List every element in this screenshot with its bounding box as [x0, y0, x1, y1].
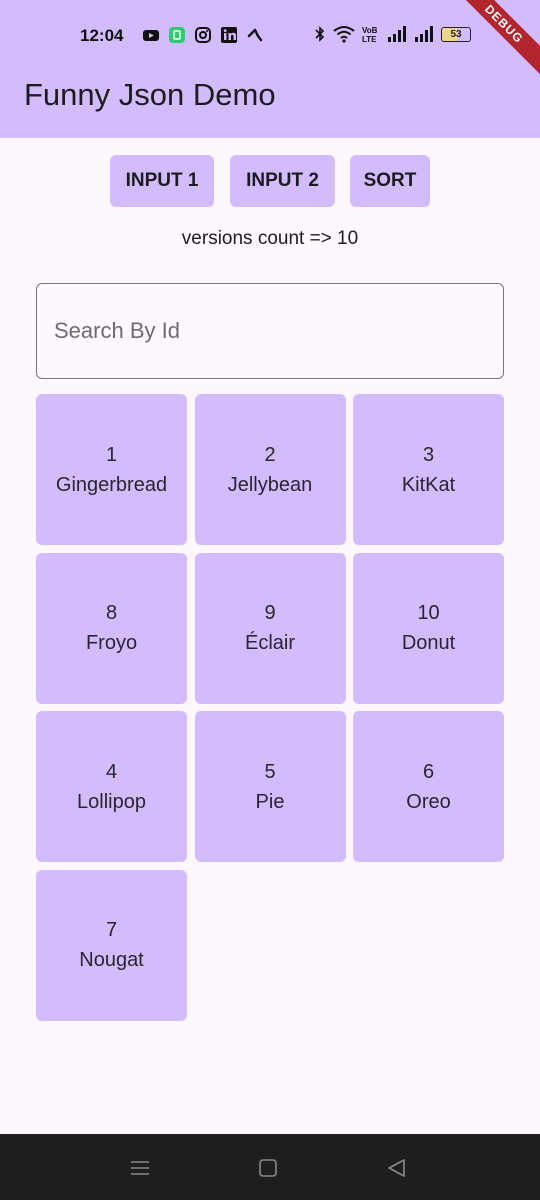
- version-tile[interactable]: 4 Lollipop: [36, 711, 187, 862]
- version-id: 10: [417, 602, 440, 624]
- sort-button[interactable]: SORT: [350, 155, 430, 207]
- version-name: KitKat: [401, 473, 456, 496]
- version-id: 8: [105, 602, 118, 624]
- version-name: Gingerbread: [55, 473, 168, 496]
- top-bar-area: 12:04 VoB LTE 53 DEBUG Funny Json Demo: [0, 0, 540, 138]
- versions-count-label: versions count => 10: [181, 228, 359, 249]
- search-by-id-input[interactable]: [36, 283, 504, 379]
- app-notification-icon: [169, 27, 185, 43]
- version-id: 5: [264, 760, 276, 783]
- status-bar: 12:04 VoB LTE 53: [0, 0, 540, 72]
- version-id: 9: [264, 602, 276, 624]
- input-1-button[interactable]: INPUT 1: [110, 155, 214, 207]
- version-id: 4: [105, 760, 118, 783]
- status-time: 12:04: [80, 26, 124, 45]
- call-icon: [247, 28, 263, 42]
- youtube-icon: [143, 30, 159, 41]
- svg-text:LTE: LTE: [362, 35, 377, 43]
- version-tile[interactable]: 6 Oreo: [353, 711, 504, 862]
- version-name: Lollipop: [77, 790, 146, 813]
- app-bar-title: Funny Json Demo: [24, 77, 276, 112]
- version-name: Nougat: [79, 949, 144, 971]
- status-system-icons: VoB LTE 53: [314, 25, 471, 43]
- version-name: Pie: [255, 790, 285, 813]
- version-tile[interactable]: 8 Froyo: [36, 552, 187, 704]
- version-id: 3: [422, 443, 435, 466]
- version-tile[interactable]: 3 KitKat: [353, 394, 504, 545]
- version-name: Éclair: [244, 632, 295, 654]
- menu-icon[interactable]: [128, 1156, 152, 1180]
- svg-text:VoB: VoB: [362, 26, 378, 35]
- wifi-icon: [333, 26, 355, 43]
- bluetooth-icon: [315, 26, 325, 42]
- version-id: 1: [105, 443, 118, 466]
- instagram-icon: [195, 27, 211, 43]
- linkedin-icon: [221, 27, 237, 43]
- version-tile[interactable]: 10 Donut: [353, 552, 504, 704]
- version-tile[interactable]: 1 Gingerbread: [36, 394, 187, 545]
- signal-icon: [388, 26, 406, 42]
- version-name: Oreo: [406, 790, 451, 813]
- version-tile[interactable]: 9 Éclair: [194, 552, 346, 704]
- version-name: Donut: [401, 632, 456, 654]
- version-id: 2: [264, 443, 276, 466]
- version-id: 7: [105, 919, 118, 941]
- version-tile[interactable]: 2 Jellybean: [194, 394, 346, 545]
- version-tile[interactable]: 5 Pie: [194, 711, 346, 862]
- back-icon[interactable]: [385, 1156, 409, 1180]
- signal-icon: [415, 26, 433, 42]
- status-notification-icons: [142, 26, 264, 44]
- input-2-button[interactable]: INPUT 2: [230, 155, 335, 207]
- version-name: Jellybean: [227, 473, 313, 496]
- home-icon[interactable]: [256, 1156, 280, 1180]
- system-navigation-bar: [0, 1134, 540, 1200]
- volte-icon: VoB LTE: [362, 26, 378, 43]
- version-name: Froyo: [85, 632, 138, 654]
- battery-icon: 53: [441, 26, 471, 42]
- version-tile[interactable]: 7 Nougat: [36, 869, 187, 1021]
- version-id: 6: [422, 760, 435, 783]
